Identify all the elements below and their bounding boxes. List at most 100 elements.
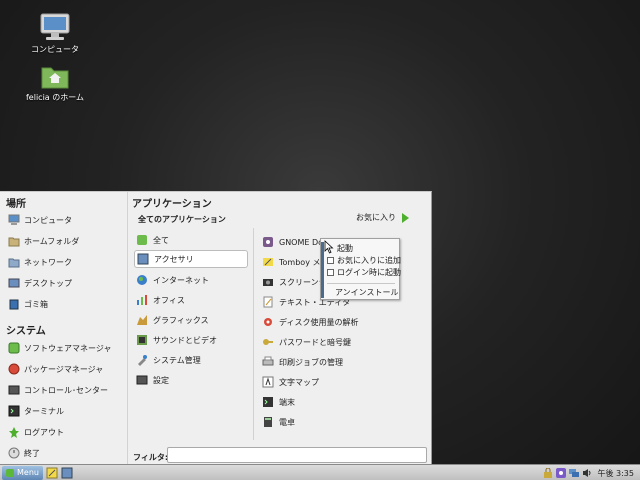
window-launcher-icon[interactable]: [61, 467, 73, 479]
context-add-favorites[interactable]: お気に入りに追加: [327, 255, 401, 266]
places-title: 場所: [6, 199, 26, 210]
category-label: 全て: [153, 235, 169, 245]
category-label: グラフィックス: [153, 315, 209, 325]
app-print-jobs[interactable]: 印刷ジョブの管理: [262, 353, 343, 371]
system-terminal[interactable]: ターミナル: [8, 403, 64, 419]
context-launch-label: 起動: [337, 244, 353, 253]
app-passwords[interactable]: パスワードと暗号鍵: [262, 333, 351, 351]
package-manager-icon: [8, 363, 20, 375]
logout-icon: [9, 427, 19, 438]
place-label: ネットワーク: [24, 257, 72, 267]
all-apps-label: 全てのアプリケーション: [138, 215, 226, 224]
mint-logo-icon: [6, 468, 14, 477]
system-logout[interactable]: ログアウト: [8, 424, 64, 440]
terminal-icon: [8, 405, 20, 417]
context-uninstall[interactable]: アンインストール: [335, 287, 399, 298]
category-system-admin[interactable]: システム管理: [134, 351, 248, 369]
system-label: ログアウト: [24, 427, 64, 437]
clock[interactable]: 午後 3:35: [597, 468, 634, 479]
checkbox[interactable]: [327, 257, 334, 264]
context-launch[interactable]: 起動: [337, 243, 353, 254]
lock-icon[interactable]: [543, 468, 553, 478]
volume-icon[interactable]: [582, 468, 592, 478]
checkbox[interactable]: [327, 269, 334, 276]
application-menu: 場所 コンピュータ ホームフォルダ ネットワーク デスクトップ ゴミ箱 システム…: [0, 191, 432, 465]
network-icon: [8, 258, 20, 268]
apps-title: アプリケーション: [132, 199, 212, 210]
favorites-button[interactable]: お気に入り: [356, 212, 409, 223]
system-software-manager[interactable]: ソフトウェアマネージャ: [8, 340, 111, 356]
accessories-icon: [137, 253, 149, 265]
menu-button[interactable]: Menu: [2, 465, 43, 480]
place-label: ゴミ箱: [24, 299, 48, 309]
app-label: 印刷ジョブの管理: [279, 357, 343, 367]
control-center-icon: [8, 385, 20, 395]
category-label: システム管理: [153, 355, 201, 365]
filter-input[interactable]: [167, 447, 427, 463]
desktop-icon-label: コンピュータ: [31, 45, 79, 54]
app-label: ディスク使用量の解析: [279, 317, 359, 327]
category-label: アクセサリ: [154, 254, 194, 264]
system-control-center[interactable]: コントロール･センター: [8, 382, 108, 398]
network-icon[interactable]: [569, 468, 580, 478]
category-graphics[interactable]: グラフィックス: [134, 311, 248, 329]
column-divider: [253, 228, 254, 440]
category-settings[interactable]: 設定: [134, 371, 248, 389]
place-label: コンピュータ: [24, 215, 72, 225]
power-icon: [8, 447, 20, 459]
category-sound-video[interactable]: サウンドとビデオ: [134, 331, 248, 349]
settings-icon: [136, 375, 148, 385]
desktop-home[interactable]: felicia のホーム: [15, 62, 95, 103]
favorites-label: お気に入り: [356, 213, 396, 222]
app-tomboy[interactable]: Tomboy メモ: [262, 253, 328, 271]
system-admin-icon: [138, 355, 147, 366]
context-launch-on-login[interactable]: ログイン時に起動: [327, 267, 401, 278]
text-editor-launcher-icon[interactable]: [46, 467, 58, 479]
system-label: コントロール･センター: [24, 385, 108, 395]
calculator-icon: [264, 417, 272, 427]
office-icon: [137, 295, 147, 305]
disk-usage-icon: [264, 318, 272, 326]
computer-icon: [8, 214, 20, 225]
system-shutdown[interactable]: 終了: [8, 445, 40, 461]
app-label: 電卓: [279, 417, 295, 427]
place-trash[interactable]: ゴミ箱: [8, 296, 48, 312]
sound-video-icon: [137, 335, 147, 345]
app-disk-usage[interactable]: ディスク使用量の解析: [262, 313, 358, 331]
system-label: ターミナル: [24, 406, 64, 416]
internet-icon: [137, 275, 147, 285]
mouse-cursor-icon: [324, 240, 334, 254]
screenshot-icon: [263, 279, 273, 286]
place-computer[interactable]: コンピュータ: [8, 212, 72, 228]
home-folder-icon: [8, 237, 20, 247]
place-label: デスクトップ: [24, 278, 72, 288]
print-icon: [262, 356, 274, 366]
category-label: 設定: [153, 375, 169, 385]
category-internet[interactable]: インターネット: [134, 271, 248, 289]
place-desktop[interactable]: デスクトップ: [8, 275, 72, 291]
place-home-folder[interactable]: ホームフォルダ: [8, 233, 79, 249]
app-terminal[interactable]: 端末: [262, 393, 295, 411]
app-calculator[interactable]: 電卓: [262, 413, 295, 431]
system-title: システム: [6, 326, 46, 337]
context-add-favorites-label: お気に入りに追加: [337, 256, 401, 265]
place-network[interactable]: ネットワーク: [8, 254, 72, 270]
app-label: 文字マップ: [279, 377, 319, 387]
arrow-right-icon: [402, 212, 409, 223]
category-office[interactable]: オフィス: [134, 291, 248, 309]
left-column: 場所 コンピュータ ホームフォルダ ネットワーク デスクトップ ゴミ箱 システム…: [0, 192, 128, 465]
gnome-do-icon: [263, 237, 273, 247]
system-package-manager[interactable]: パッケージマネージャ: [8, 361, 103, 377]
app-charmap[interactable]: 文字マップ: [262, 373, 319, 391]
software-manager-icon: [8, 342, 20, 354]
app-gnome-do[interactable]: GNOME Do: [262, 233, 323, 251]
update-manager-icon[interactable]: [556, 468, 567, 478]
context-launch-on-login-label: ログイン時に起動: [337, 268, 401, 277]
system-label: パッケージマネージャ: [24, 364, 104, 374]
category-accessories[interactable]: アクセサリ: [134, 250, 248, 268]
app-label: 端末: [279, 397, 295, 407]
desktop-computer[interactable]: コンピュータ: [15, 12, 95, 55]
desktop-icon-label: felicia のホーム: [25, 93, 84, 102]
category-all[interactable]: 全て: [134, 231, 248, 249]
graphics-icon: [137, 315, 147, 325]
